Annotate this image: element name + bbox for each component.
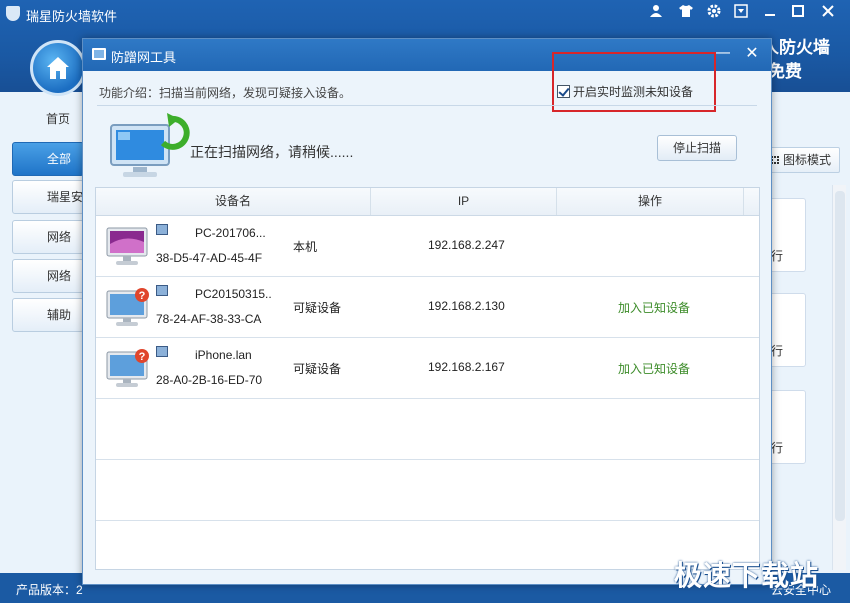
stop-scan-button[interactable]: 停止扫描 <box>657 135 737 161</box>
device-small-icon <box>156 346 168 357</box>
scan-status-text: 正在扫描网络，请稍候...... <box>190 144 354 160</box>
device-name: iPhone.lan <box>195 348 252 362</box>
device-mac: 38-D5-47-AD-45-4F <box>156 251 263 265</box>
monitor-icon <box>92 48 106 60</box>
app-title: 瑞星防火墙软件 <box>26 9 118 24</box>
highlight-box <box>552 52 716 112</box>
close-icon[interactable] <box>818 4 838 22</box>
sidebar-item-network-2[interactable]: 网络 <box>12 259 84 293</box>
device-ip: 192.168.2.167 <box>428 360 505 374</box>
shirt-skin-icon[interactable] <box>676 4 696 22</box>
suspicious-computer-icon: ? <box>106 288 149 326</box>
device-ip: 192.168.2.247 <box>428 238 505 252</box>
icon-mode-button[interactable]: 图标模式 <box>764 147 840 173</box>
feature-intro: 功能介绍：扫描当前网络，发现可疑接入设备。 <box>99 86 352 100</box>
realtime-monitor-label[interactable]: 开启实时监测未知设备 <box>573 83 693 100</box>
scanning-monitor-icon <box>110 113 190 177</box>
column-device-name[interactable]: 设备名 <box>96 188 371 215</box>
realtime-monitor-checkbox[interactable]: 开启实时监测未知设备 <box>557 83 693 100</box>
table-header: 设备名 IP 操作 <box>96 188 759 216</box>
checkbox-checked-icon[interactable] <box>557 85 570 98</box>
app-slogan: 人防火墙 免费 <box>762 36 830 84</box>
table-row[interactable]: ? iPhone.lan 28-A0-2B-16-ED-70 可疑设备 192.… <box>96 338 759 399</box>
gear-icon[interactable] <box>704 4 724 22</box>
empty-row <box>96 460 759 521</box>
table-row[interactable]: PC-201706... 38-D5-47-AD-45-4F 本机 192.16… <box>96 216 759 277</box>
device-small-icon <box>156 224 168 235</box>
device-table: 设备名 IP 操作 PC-201706... 38-D5-47-AD-45-4F… <box>95 187 760 570</box>
sidebar-item-assist[interactable]: 辅助 <box>12 298 84 332</box>
column-action[interactable]: 操作 <box>557 188 744 215</box>
device-small-icon <box>156 285 168 296</box>
device-ip: 192.168.2.130 <box>428 299 505 313</box>
sidebar-item-network-1[interactable]: 网络 <box>12 220 84 254</box>
anti-leech-dialog: 防蹭网工具 — ✕ 功能介绍：扫描当前网络，发现可疑接入设备。 开启实时监测未知… <box>82 38 772 585</box>
divider <box>97 105 757 106</box>
local-computer-icon <box>106 227 148 265</box>
user-icon[interactable] <box>646 4 666 22</box>
home-button[interactable] <box>30 40 86 96</box>
sidebar-item-all[interactable]: 全部 <box>12 142 84 176</box>
house-icon <box>47 57 69 79</box>
minimize-icon[interactable] <box>760 4 780 22</box>
dialog-close-button[interactable]: ✕ <box>739 43 765 65</box>
shield-logo-icon <box>6 6 20 21</box>
grid-icon <box>771 156 779 164</box>
empty-row <box>96 399 759 460</box>
maximize-icon[interactable] <box>788 4 808 22</box>
menu-dropdown-icon[interactable] <box>731 4 751 22</box>
slogan-line-2: 免费 <box>768 62 802 81</box>
device-mac: 28-A0-2B-16-ED-70 <box>156 373 263 387</box>
suspicious-computer-icon: ? <box>106 349 149 387</box>
nav-home-label[interactable]: 首页 <box>46 110 70 127</box>
card-action-label: 行 <box>771 441 784 455</box>
scrollbar-thumb[interactable] <box>835 191 845 521</box>
column-ip[interactable]: IP <box>371 188 557 215</box>
dialog-title: 防蹭网工具 <box>111 50 177 65</box>
icon-mode-label: 图标模式 <box>783 153 832 167</box>
device-name: PC20150315.. <box>195 287 272 301</box>
card-action-label: 行 <box>771 344 784 358</box>
table-row[interactable]: ? PC20150315.. 78-24-AF-38-33-CA 可疑设备 19… <box>96 277 759 338</box>
device-type: 可疑设备 <box>293 301 342 315</box>
add-known-device-link[interactable]: 加入已知设备 <box>618 360 690 377</box>
add-known-device-link[interactable]: 加入已知设备 <box>618 299 690 316</box>
svg-text:?: ? <box>139 290 146 302</box>
device-mac: 78-24-AF-38-33-CA <box>156 312 262 326</box>
sidebar-item-rising[interactable]: 瑞星安 <box>12 180 84 214</box>
device-name: PC-201706... <box>195 226 266 240</box>
site-watermark: 极速下载站 <box>674 560 820 591</box>
device-type: 本机 <box>293 240 318 254</box>
card-action-label: 行 <box>771 249 784 263</box>
product-version: 产品版本：2 <box>16 583 83 597</box>
svg-text:?: ? <box>139 351 146 363</box>
device-type: 可疑设备 <box>293 362 342 376</box>
app-scrollbar[interactable] <box>832 185 846 570</box>
slogan-line-1: 人防火墙 <box>762 38 830 57</box>
